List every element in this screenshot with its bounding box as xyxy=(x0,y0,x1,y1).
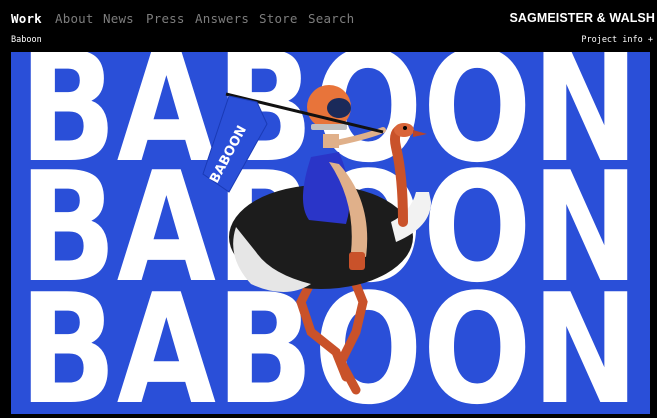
project-info-button[interactable]: Project info + xyxy=(581,35,653,45)
hero-illustration: BABOON BABOON BABOON xyxy=(11,52,650,414)
nav-item-search[interactable]: Search xyxy=(308,11,354,26)
project-title: Baboon xyxy=(11,35,42,45)
nav-item-about[interactable]: About xyxy=(55,11,94,26)
project-bar: Baboon Project info + xyxy=(0,32,657,52)
nav-item-news[interactable]: News xyxy=(103,11,134,26)
brand-logo[interactable]: SAGMEISTER & WALSH xyxy=(509,11,655,25)
nav-item-answers[interactable]: Answers xyxy=(195,11,249,26)
nav-item-store[interactable]: Store xyxy=(259,11,298,26)
hero-image: BABOON BABOON BABOON xyxy=(11,52,650,414)
top-nav: Work About News Press Answers Store Sear… xyxy=(0,0,657,32)
nav-item-press[interactable]: Press xyxy=(146,11,185,26)
nav-item-work[interactable]: Work xyxy=(11,11,42,26)
